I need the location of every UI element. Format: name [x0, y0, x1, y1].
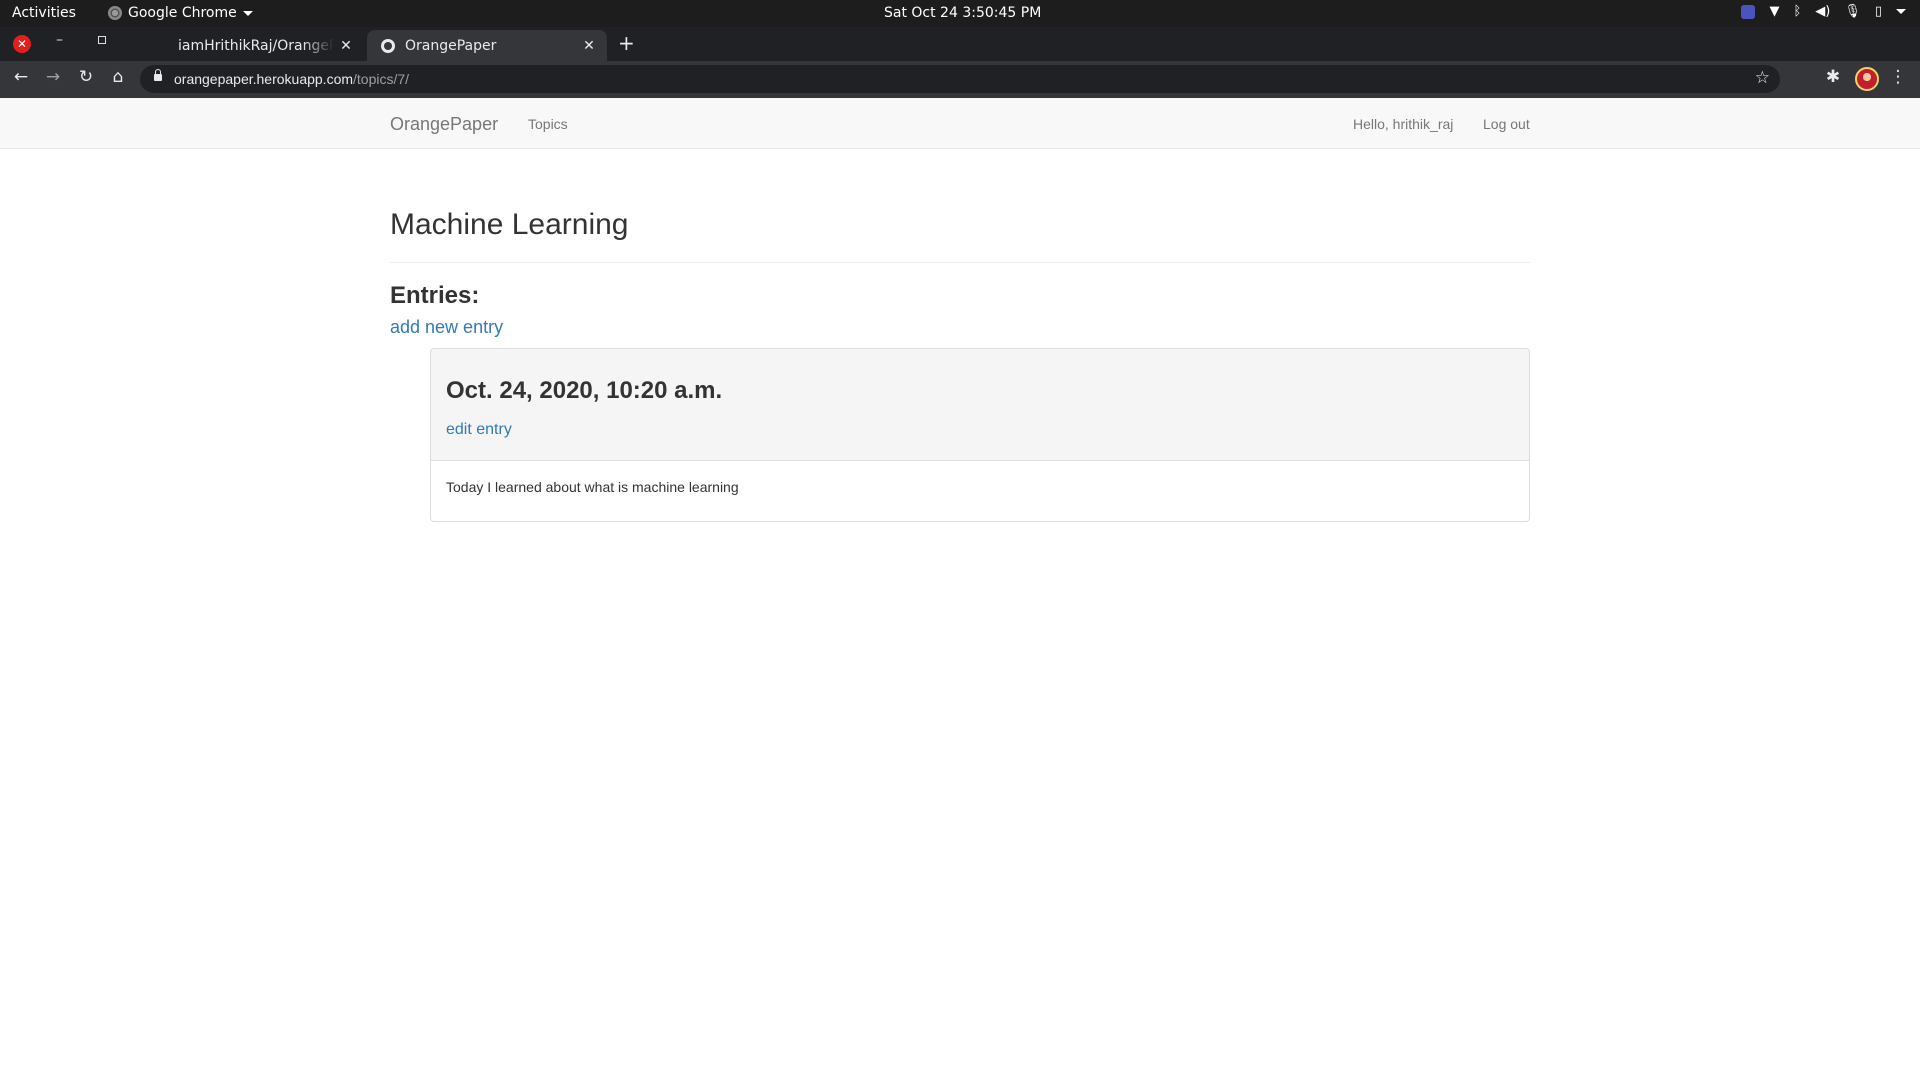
chevron-down-icon: [1896, 9, 1906, 14]
volume-icon: ◀): [1815, 4, 1831, 19]
window-close-icon[interactable]: ✕: [13, 35, 31, 53]
extensions-icon[interactable]: ✱: [1822, 67, 1844, 87]
address-host: orangepaper.herokuapp.com: [174, 71, 354, 87]
forward-icon[interactable]: →: [42, 67, 64, 87]
address-path: /topics/7/: [353, 71, 410, 87]
microphone-icon: 🎙: [1844, 4, 1861, 19]
address-bar[interactable]: orangepaper.herokuapp.com/topics/7/ ☆: [140, 65, 1780, 93]
address-url[interactable]: orangepaper.herokuapp.com/topics/7/: [174, 71, 409, 87]
battery-icon: ▯: [1874, 4, 1882, 19]
entry-date: Oct. 24, 2020, 10:20 a.m.: [446, 377, 723, 404]
app-menu-label: Google Chrome: [128, 5, 237, 21]
add-new-entry-link[interactable]: add new entry: [390, 317, 503, 338]
github-favicon-icon: [154, 38, 168, 53]
system-clock[interactable]: Sat Oct 24 3:50:45 PM: [884, 5, 1041, 21]
tab-strip: ✕ – iamHrithikRaj/OrangePaper ✕ OrangePa…: [0, 27, 1920, 61]
site-navbar: OrangePaper Topics Hello, hrithik_raj Lo…: [0, 98, 1920, 149]
lock-icon[interactable]: [154, 69, 162, 81]
tab-title: iamHrithikRaj/OrangePaper: [178, 37, 334, 54]
web-page: OrangePaper Topics Hello, hrithik_raj Lo…: [0, 98, 1920, 1080]
tab-close-icon[interactable]: ✕: [334, 38, 358, 54]
teams-icon[interactable]: [1741, 4, 1756, 19]
window-minimize-icon[interactable]: –: [56, 32, 63, 48]
edit-entry-link[interactable]: edit entry: [446, 421, 512, 439]
system-top-bar: Activities Google Chrome Sat Oct 24 3:50…: [0, 0, 1920, 27]
chrome-icon: [108, 6, 122, 20]
home-icon[interactable]: ⌂: [107, 67, 129, 87]
menu-kebab-icon[interactable]: ⋮: [1887, 67, 1909, 87]
profile-avatar[interactable]: [1855, 67, 1879, 91]
window-restore-icon[interactable]: [98, 36, 106, 44]
tab-title: OrangePaper: [405, 37, 497, 54]
tab-close-icon[interactable]: ✕: [577, 38, 601, 54]
user-greeting: Hello, hrithik_raj: [1353, 116, 1454, 132]
back-icon[interactable]: ←: [10, 67, 32, 87]
entry-panel-heading: Oct. 24, 2020, 10:20 a.m. edit entry: [431, 349, 1529, 461]
browser-toolbar: ← → ↻ ⌂ orangepaper.herokuapp.com/topics…: [0, 61, 1920, 98]
system-tray[interactable]: ▼ ᛒ ◀) 🎙 ▯: [1741, 4, 1906, 19]
entry-panel: Oct. 24, 2020, 10:20 a.m. edit entry Tod…: [430, 348, 1530, 522]
tab-orangepaper[interactable]: OrangePaper ✕: [367, 30, 607, 61]
entries-heading: Entries:: [390, 282, 480, 309]
globe-favicon-icon: [381, 38, 395, 53]
tab-github[interactable]: iamHrithikRaj/OrangePaper ✕: [140, 30, 364, 61]
app-menu[interactable]: Google Chrome: [108, 5, 253, 21]
page-title: Machine Learning: [390, 208, 629, 241]
bluetooth-icon: ᛒ: [1793, 4, 1802, 19]
activities-button[interactable]: Activities: [12, 5, 76, 21]
new-tab-icon[interactable]: +: [618, 31, 635, 55]
chevron-down-icon: [242, 10, 253, 16]
title-divider: [390, 262, 1530, 263]
topics-link[interactable]: Topics: [528, 116, 568, 132]
logout-link[interactable]: Log out: [1483, 116, 1530, 132]
bookmark-star-icon[interactable]: ☆: [1755, 68, 1770, 88]
wifi-icon: ▼: [1769, 4, 1780, 19]
site-brand-link[interactable]: OrangePaper: [390, 114, 498, 135]
entry-text: Today I learned about what is machine le…: [446, 479, 739, 495]
reload-icon[interactable]: ↻: [75, 67, 97, 87]
